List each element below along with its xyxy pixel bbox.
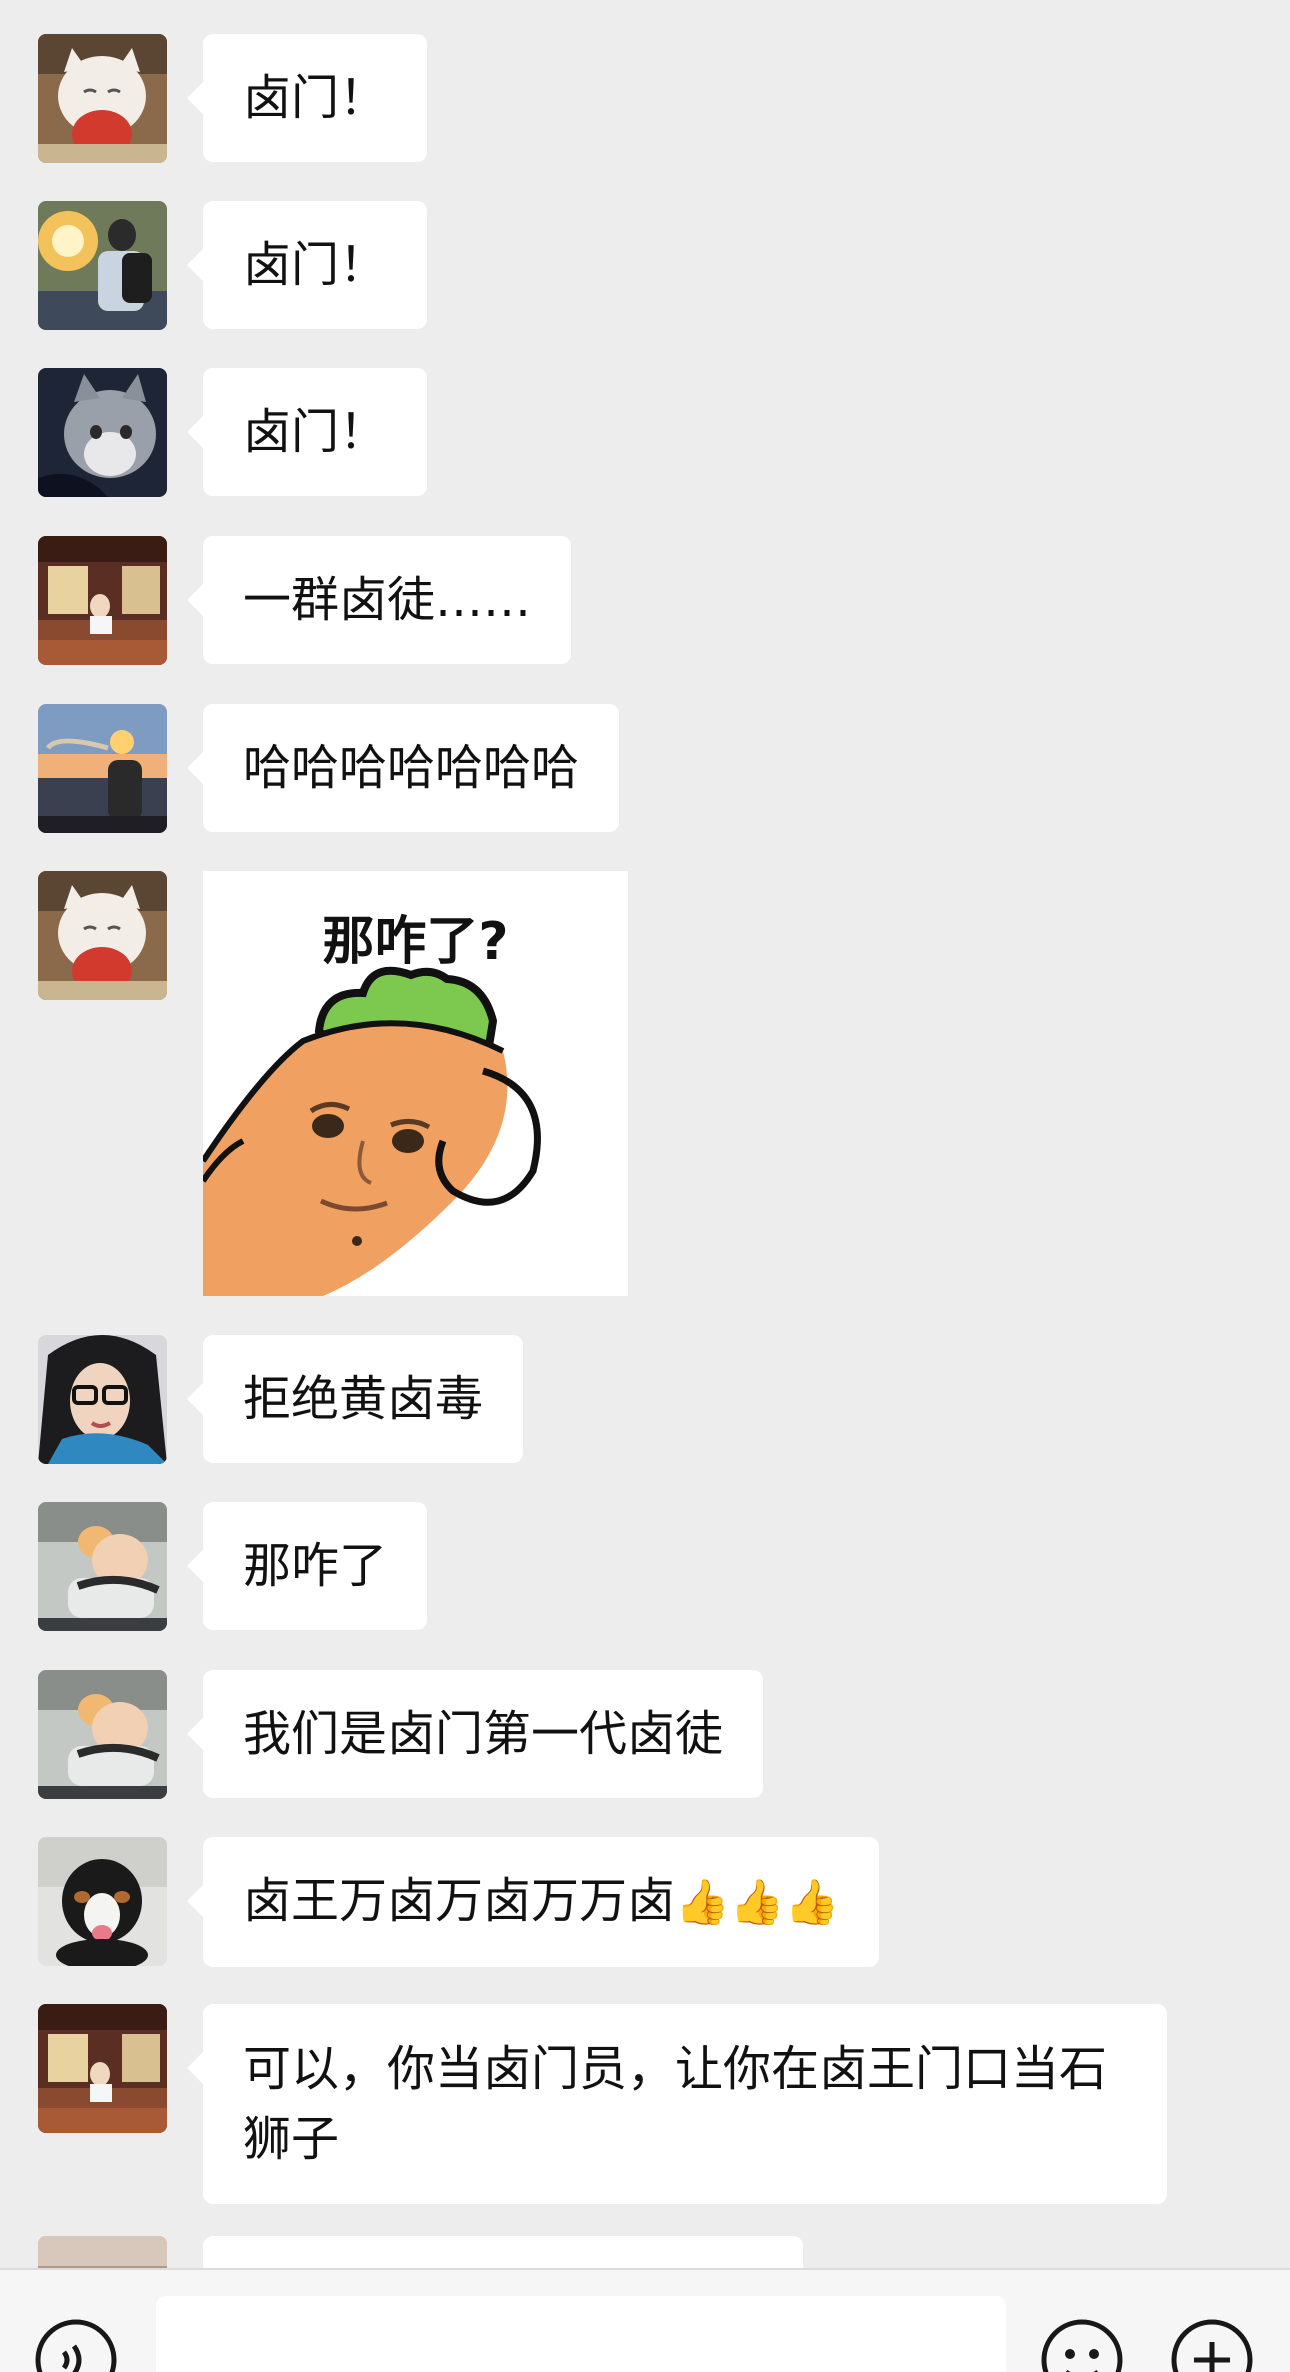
voice-icon[interactable] [34,2318,118,2372]
message-text: 一群卤徒…… [243,572,532,628]
message-bubble[interactable]: 我们是卤门第一代卤徒 [186,1670,764,1798]
bernese-dog-avatar-image [38,1837,167,1966]
avatar[interactable] [38,1837,167,1966]
avatar[interactable] [38,704,167,833]
carrot-with-face-sticker[interactable]: 那咋了? [203,871,628,1296]
carrot-face-illustration [203,966,541,1296]
message-bubble[interactable]: 卤门！ [186,201,428,329]
avatar[interactable] [38,2004,167,2133]
message-text: 哈哈哈哈哈哈哈 [243,740,580,796]
message-bubble[interactable]: 卤王万卤万卤万万卤👍👍👍 [186,1837,880,1967]
chat-input-bar [0,2268,1290,2372]
avatar[interactable] [38,871,167,1000]
message-bubble[interactable]: 一群卤徒…… [186,536,572,664]
message-bubble[interactable]: 那咋了 [186,1502,428,1630]
message-input[interactable] [156,2296,1006,2372]
avatar[interactable] [38,2236,167,2268]
message-text: 卤门！ [243,404,388,460]
avatar[interactable] [38,1502,167,1631]
message-text: 卤门！ [243,70,388,126]
avatar[interactable] [38,1670,167,1799]
avatar[interactable] [38,1335,167,1464]
avatar[interactable] [38,368,167,497]
partial-avatar-image [38,2236,167,2268]
message-text: 卤门！ [243,237,388,293]
avatar[interactable] [38,34,167,163]
woman-wooden-house-avatar-image [38,2004,167,2133]
woman-glasses-avatar-image [38,1335,167,1464]
white-cat-avatar-image [38,34,167,163]
woman-wooden-house-avatar-image [38,536,167,665]
white-cat-avatar-image [38,871,167,1000]
person-by-sea-avatar-image [38,704,167,833]
message-bubble[interactable]: 可以，你当卤门员，让你在卤王门口当石狮子 [187,2004,1167,2204]
baby-drinking-avatar-image [38,1502,167,1631]
message-text: 那咋了 [243,1538,388,1594]
message-bubble[interactable]: 拒绝黄卤毒 [186,1335,524,1463]
emoji-icon[interactable] [1040,2318,1124,2372]
message-text: 我们是卤门第一代卤徒 [243,1706,724,1762]
avatar[interactable] [38,201,167,330]
thumbs-up-emoji: 👍👍👍 [675,1877,840,1928]
message-bubble[interactable] [203,2236,803,2268]
message-text: 可以，你当卤门员，让你在卤王门口当石狮子 [243,2041,1108,2167]
baby-drinking-avatar-image [38,1670,167,1799]
message-bubble[interactable]: 哈哈哈哈哈哈哈 [186,704,620,832]
message-text: 卤王万卤万卤万万卤 [243,1873,676,1929]
grey-cat-avatar-image [38,368,167,497]
message-text: 拒绝黄卤毒 [243,1371,484,1427]
chat-messages-area: 卤门！ 卤门！ 卤门！ 一群卤徒…… 哈哈哈哈哈哈哈 那咋了? 拒绝黄卤毒 那咋… [0,0,1290,2268]
message-bubble[interactable]: 卤门！ [186,368,428,496]
avatar[interactable] [38,536,167,665]
message-bubble[interactable]: 卤门！ [186,34,428,162]
backpack-person-avatar-image [38,201,167,330]
plus-icon[interactable] [1170,2318,1254,2372]
